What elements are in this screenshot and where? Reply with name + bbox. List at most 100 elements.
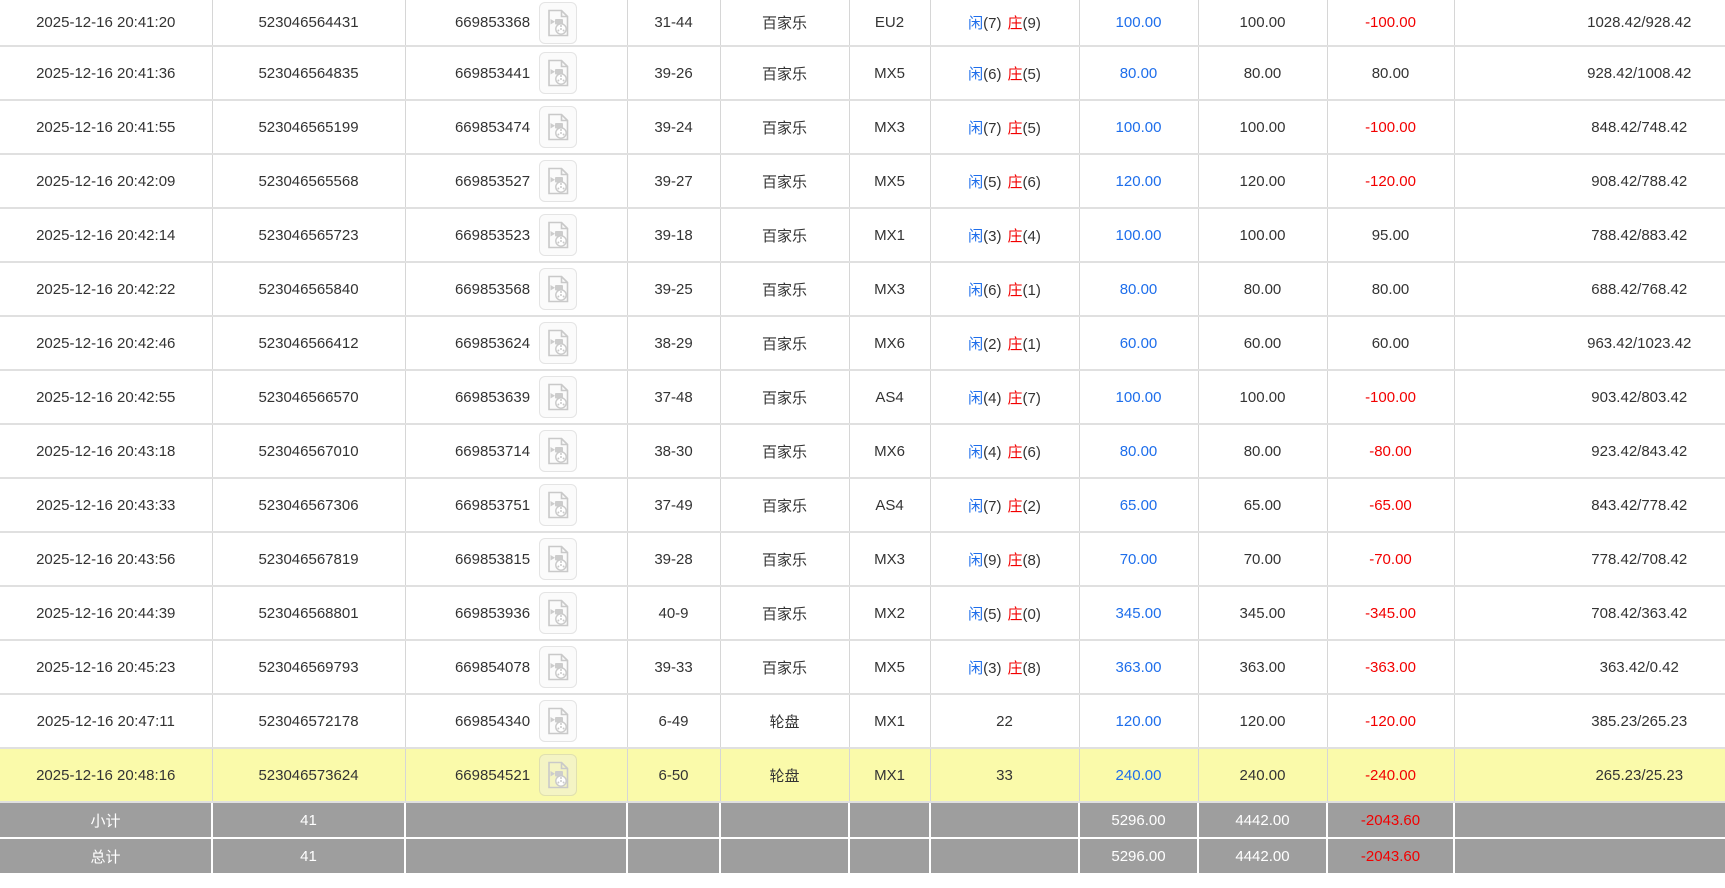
summary-empty-cell	[849, 802, 931, 839]
total-bet-amount: 5296.00	[1079, 838, 1199, 875]
video-replay-button[interactable]	[539, 268, 578, 310]
cell-bet-amount-link[interactable]: 80.00	[1079, 46, 1199, 101]
video-replay-button[interactable]	[539, 376, 578, 418]
cell-round-number: 669853714	[405, 424, 628, 479]
bet-records-table: 2025-12-16 20:41:20 523046564431 6698533…	[0, 0, 1725, 875]
video-replay-button[interactable]	[539, 592, 578, 634]
banker-label: 庄	[1007, 15, 1023, 32]
round-number-group: 669853714	[455, 430, 578, 472]
baccarat-result: 闲(3) 庄(8)	[968, 660, 1041, 677]
table-row: 2025-12-16 20:43:33 523046567306 6698537…	[0, 478, 1725, 533]
cell-serial-number: 523046564835	[212, 46, 406, 101]
cell-round-number: 669853936	[405, 586, 628, 641]
player-score: (5)	[983, 605, 1002, 623]
banker-score: (7)	[1022, 389, 1041, 407]
cell-bet-amount-link[interactable]: 100.00	[1079, 370, 1199, 425]
table-body: 2025-12-16 20:41:20 523046564431 6698533…	[0, 0, 1725, 803]
subtotal-bet-amount: 5296.00	[1079, 802, 1199, 839]
cell-valid-bet: 80.00	[1198, 46, 1328, 101]
cell-shoe-round: 39-33	[627, 640, 721, 695]
cell-bet-time: 2025-12-16 20:44:39	[0, 586, 213, 641]
cell-game-type: 百家乐	[720, 208, 850, 263]
round-number-group: 669853624	[455, 322, 578, 364]
cell-bet-amount-link[interactable]: 80.00	[1079, 424, 1199, 479]
cell-table-code: MX5	[849, 46, 931, 101]
cell-game-type: 百家乐	[720, 100, 850, 155]
cell-serial-number: 523046566412	[212, 316, 406, 371]
banker-label: 庄	[1007, 605, 1023, 623]
cell-game-result: 闲(6) 庄(1)	[930, 262, 1080, 317]
cell-game-type: 百家乐	[720, 640, 850, 695]
cell-valid-bet: 100.00	[1198, 0, 1328, 47]
video-replay-button[interactable]	[539, 214, 578, 256]
table-row: 2025-12-16 20:44:39 523046568801 6698539…	[0, 586, 1725, 641]
video-replay-button[interactable]	[539, 646, 578, 688]
cell-round-number: 669853368	[405, 0, 628, 47]
video-replay-button[interactable]	[539, 1, 578, 44]
banker-label: 庄	[1007, 335, 1023, 353]
cell-bet-amount-link[interactable]: 363.00	[1079, 640, 1199, 695]
video-replay-button[interactable]	[539, 160, 578, 202]
baccarat-result: 闲(7) 庄(5)	[968, 120, 1041, 137]
summary-empty-cell	[720, 802, 850, 839]
cell-bet-amount-link[interactable]: 345.00	[1079, 586, 1199, 641]
cell-game-result: 闲(4) 庄(7)	[930, 370, 1080, 425]
table-row: 2025-12-16 20:43:18 523046567010 6698537…	[0, 424, 1725, 479]
cell-serial-number: 523046569793	[212, 640, 406, 695]
round-number-group: 669853527	[454, 160, 578, 202]
video-replay-button[interactable]	[539, 538, 578, 580]
player-label: 闲	[968, 605, 984, 623]
table-row: 2025-12-16 20:41:36 523046564835 6698534…	[0, 46, 1725, 101]
player-label: 闲	[968, 119, 984, 137]
cell-bet-time: 2025-12-16 20:48:16	[0, 748, 213, 803]
video-replay-button[interactable]	[539, 700, 578, 742]
video-replay-icon	[548, 599, 569, 627]
cell-shoe-round: 40-9	[627, 586, 721, 641]
cell-bet-amount-link[interactable]: 240.00	[1079, 748, 1199, 803]
cell-game-result: 闲(3) 庄(8)	[930, 640, 1080, 695]
video-replay-button[interactable]	[539, 754, 578, 796]
video-replay-button[interactable]	[539, 106, 578, 148]
cell-bet-amount-link[interactable]: 100.00	[1079, 100, 1199, 155]
cell-shoe-round: 6-50	[627, 748, 721, 803]
video-replay-button[interactable]	[539, 52, 578, 94]
cell-game-type: 百家乐	[720, 478, 850, 533]
cell-bet-amount-link[interactable]: 100.00	[1079, 208, 1199, 263]
cell-bet-amount-link[interactable]: 80.00	[1079, 262, 1199, 317]
round-number-text: 669853527	[454, 172, 531, 190]
cell-table-code: MX6	[849, 316, 931, 371]
subtotal-label: 小计	[0, 802, 213, 839]
cell-table-code: MX1	[849, 694, 931, 749]
cell-bet-amount-link[interactable]: 120.00	[1079, 694, 1199, 749]
baccarat-result: 闲(6) 庄(1)	[968, 282, 1041, 299]
video-replay-button[interactable]	[539, 430, 578, 472]
player-label: 闲	[968, 227, 984, 245]
cell-bet-amount-link[interactable]: 120.00	[1079, 154, 1199, 209]
player-label: 闲	[968, 551, 984, 569]
cell-balance: 923.42/843.42	[1454, 424, 1725, 479]
cell-win-loss: 80.00	[1327, 262, 1455, 317]
cell-balance: 928.42/1008.42	[1454, 46, 1725, 101]
cell-round-number: 669853523	[405, 208, 628, 263]
cell-bet-amount-link[interactable]: 100.00	[1079, 0, 1199, 47]
cell-valid-bet: 80.00	[1198, 262, 1328, 317]
cell-balance: 778.42/708.42	[1454, 532, 1725, 587]
subtotal-win-loss: -2043.60	[1327, 802, 1455, 839]
video-replay-button[interactable]	[539, 484, 578, 526]
banker-score: (8)	[1022, 659, 1041, 677]
cell-shoe-round: 38-30	[627, 424, 721, 479]
player-score: (9)	[983, 551, 1002, 569]
cell-round-number: 669853624	[405, 316, 628, 371]
cell-bet-amount-link[interactable]: 70.00	[1079, 532, 1199, 587]
banker-score: (9)	[1022, 15, 1041, 32]
video-replay-button[interactable]	[539, 322, 578, 364]
cell-win-loss: -100.00	[1327, 0, 1455, 47]
cell-game-result: 闲(2) 庄(1)	[930, 316, 1080, 371]
banker-score: (6)	[1022, 173, 1041, 191]
table-row: 2025-12-16 20:42:55 523046566570 6698536…	[0, 370, 1725, 425]
cell-win-loss: -363.00	[1327, 640, 1455, 695]
cell-bet-amount-link[interactable]: 65.00	[1079, 478, 1199, 533]
cell-shoe-round: 31-44	[627, 0, 721, 47]
cell-game-result: 闲(5) 庄(6)	[930, 154, 1080, 209]
cell-bet-amount-link[interactable]: 60.00	[1079, 316, 1199, 371]
